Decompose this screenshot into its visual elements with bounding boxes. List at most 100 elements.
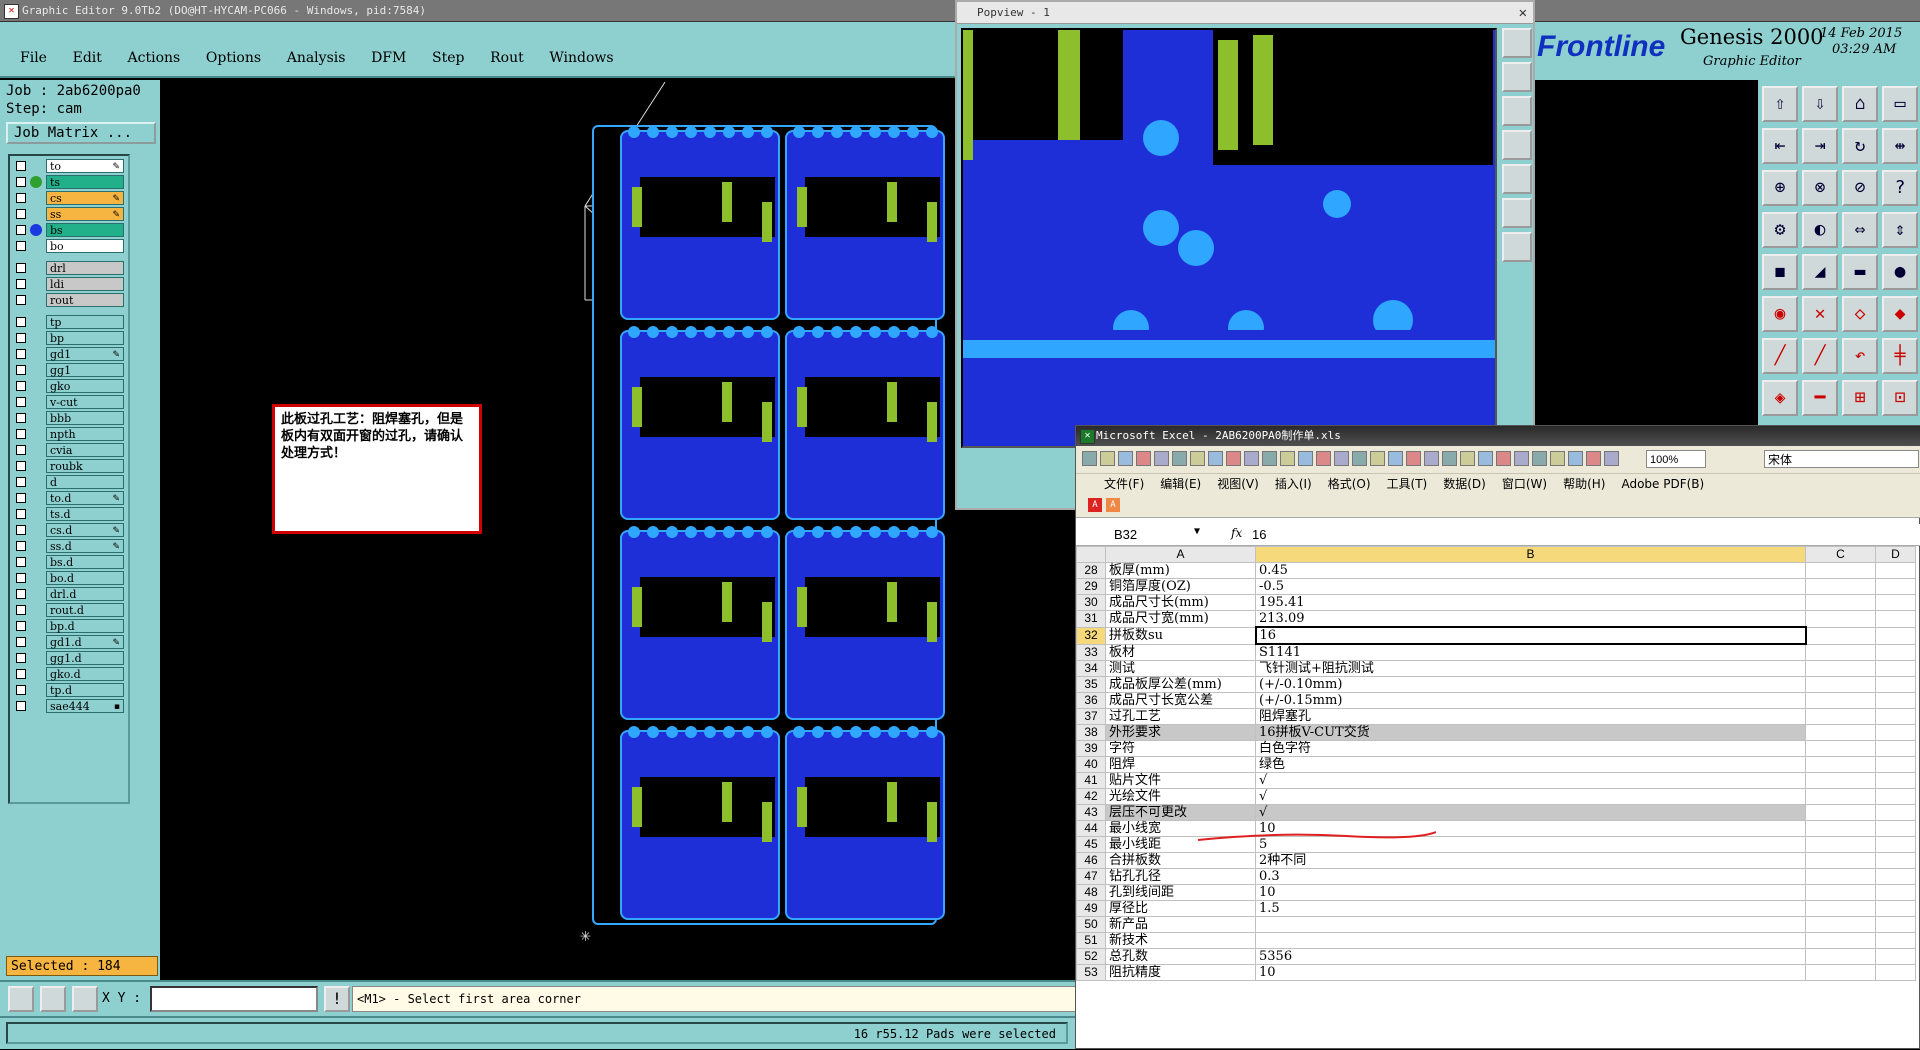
layer-checkbox[interactable] — [16, 161, 26, 171]
cell-a[interactable]: 贴片文件 — [1105, 772, 1256, 789]
cell-c[interactable] — [1805, 852, 1876, 869]
layer-name[interactable]: cs.d ✎ — [46, 523, 124, 537]
toolbar-button-icon[interactable] — [1280, 451, 1295, 466]
toolbar-button-icon[interactable] — [1208, 451, 1223, 466]
layer-name[interactable]: v-cut — [46, 395, 124, 409]
job-matrix-button[interactable]: Job Matrix ... — [6, 122, 156, 144]
font-select[interactable]: 宋体 — [1764, 450, 1919, 468]
cell-a[interactable]: 总孔数 — [1105, 948, 1256, 965]
layer-name[interactable]: to.d ✎ — [46, 491, 124, 505]
menu-file[interactable]: File — [20, 50, 47, 66]
fit-icon[interactable] — [1502, 198, 1532, 228]
layer-name[interactable]: bo — [46, 239, 124, 253]
toolbox-icon[interactable]: ▭ — [1882, 86, 1918, 122]
toolbar-button-icon[interactable] — [1352, 451, 1367, 466]
cell-b[interactable]: √ — [1255, 804, 1806, 821]
layer-row[interactable]: d — [10, 474, 128, 490]
cell-d[interactable] — [1875, 708, 1916, 725]
layer-name[interactable]: rout — [46, 293, 124, 307]
cell-c[interactable] — [1805, 708, 1876, 725]
layer-name[interactable]: gg1 — [46, 363, 124, 377]
row-header[interactable]: 31 — [1076, 610, 1106, 628]
layer-checkbox[interactable] — [16, 669, 26, 679]
cell-b[interactable]: 10 — [1255, 884, 1806, 901]
layer-row[interactable]: gko.d — [10, 666, 128, 682]
row-header[interactable]: 42 — [1076, 788, 1106, 805]
cell-d[interactable] — [1875, 868, 1916, 885]
toolbox-icon[interactable]: ◼ — [1762, 254, 1798, 290]
toolbar-button-icon[interactable] — [1586, 451, 1601, 466]
layer-row[interactable]: npth — [10, 426, 128, 442]
layer-name[interactable]: bo.d — [46, 571, 124, 585]
cell-b[interactable] — [1255, 932, 1806, 949]
cell-c[interactable] — [1805, 804, 1876, 821]
row-header[interactable]: 32 — [1076, 626, 1106, 645]
cell-a[interactable]: 拼板数su — [1105, 626, 1256, 645]
layer-row[interactable]: cs ✎ — [10, 190, 128, 206]
layer-row[interactable]: to ✎ — [10, 158, 128, 174]
cell-a[interactable]: 新产品 — [1105, 916, 1256, 933]
layer-name[interactable]: drl — [46, 261, 124, 275]
toolbar-button-icon[interactable] — [1244, 451, 1259, 466]
toolbox-icon[interactable]: ━ — [1802, 380, 1838, 416]
menu-options[interactable]: Options — [206, 50, 261, 66]
cell-a[interactable]: 板厚(mm) — [1105, 562, 1256, 579]
layer-checkbox[interactable] — [16, 177, 26, 187]
layer-name[interactable]: bp.d — [46, 619, 124, 633]
toolbox-icon[interactable]: ⇤ — [1762, 128, 1798, 164]
toolbox-icon[interactable]: ◇ — [1842, 296, 1878, 332]
row-header[interactable]: 36 — [1076, 692, 1106, 709]
layer-name[interactable]: rout.d — [46, 603, 124, 617]
layer-checkbox[interactable] — [16, 557, 26, 567]
layer-checkbox[interactable] — [16, 263, 26, 273]
cell-c[interactable] — [1805, 660, 1876, 677]
toolbar-button-icon[interactable] — [1226, 451, 1241, 466]
toolbox-icon[interactable]: ⇧ — [1762, 86, 1798, 122]
cell-a[interactable]: 成品尺寸长(mm) — [1105, 594, 1256, 611]
toolbox-icon[interactable]: ⇹ — [1882, 128, 1918, 164]
cell-c[interactable] — [1805, 610, 1876, 628]
row-header[interactable]: 40 — [1076, 756, 1106, 773]
cell-a[interactable]: 铜箔厚度(OZ) — [1105, 578, 1256, 595]
cell-d[interactable] — [1875, 740, 1916, 757]
info-icon[interactable]: ! — [324, 986, 350, 1012]
toolbox-icon[interactable]: ◈ — [1762, 380, 1798, 416]
cell-d[interactable] — [1875, 964, 1916, 981]
layer-name[interactable]: ts.d — [46, 507, 124, 521]
cell-c[interactable] — [1805, 772, 1876, 789]
cell-c[interactable] — [1805, 626, 1876, 645]
toolbar-button-icon[interactable] — [1424, 451, 1439, 466]
layer-row[interactable]: gg1.d — [10, 650, 128, 666]
layer-row[interactable]: bo — [10, 238, 128, 254]
row-header[interactable]: 41 — [1076, 772, 1106, 789]
row-header[interactable]: 50 — [1076, 916, 1106, 933]
cell-b[interactable]: √ — [1255, 788, 1806, 805]
cell-c[interactable] — [1805, 740, 1876, 757]
layer-row[interactable]: bp.d — [10, 618, 128, 634]
select-tool-icon[interactable] — [8, 986, 34, 1012]
toolbar-button-icon[interactable] — [1532, 451, 1547, 466]
toolbar-button-icon[interactable] — [1514, 451, 1529, 466]
toolbar-button-icon[interactable] — [1316, 451, 1331, 466]
cell-a[interactable]: 过孔工艺 — [1105, 708, 1256, 725]
layer-row[interactable]: bs.d — [10, 554, 128, 570]
layer-name[interactable]: gd1.d ✎ — [46, 635, 124, 649]
layer-checkbox[interactable] — [16, 317, 26, 327]
cell-b[interactable]: 10 — [1255, 964, 1806, 981]
toolbox-icon[interactable]: ↶ — [1842, 338, 1878, 374]
row-header[interactable]: 49 — [1076, 900, 1106, 917]
cell-c[interactable] — [1805, 578, 1876, 595]
layer-row[interactable]: bo.d — [10, 570, 128, 586]
cell-b[interactable]: 0.3 — [1255, 868, 1806, 885]
cell-c[interactable] — [1805, 643, 1876, 661]
row-header[interactable]: 34 — [1076, 660, 1106, 677]
row-header[interactable]: 51 — [1076, 932, 1106, 949]
cell-c[interactable] — [1805, 820, 1876, 837]
row-header[interactable]: 38 — [1076, 724, 1106, 741]
layer-checkbox[interactable] — [16, 685, 26, 695]
xy-input[interactable] — [150, 986, 318, 1012]
cell-d[interactable] — [1875, 756, 1916, 773]
cell-b[interactable]: (+/-0.15mm) — [1255, 692, 1806, 709]
cell-a[interactable]: 字符 — [1105, 740, 1256, 757]
menu-step[interactable]: Step — [432, 50, 464, 66]
